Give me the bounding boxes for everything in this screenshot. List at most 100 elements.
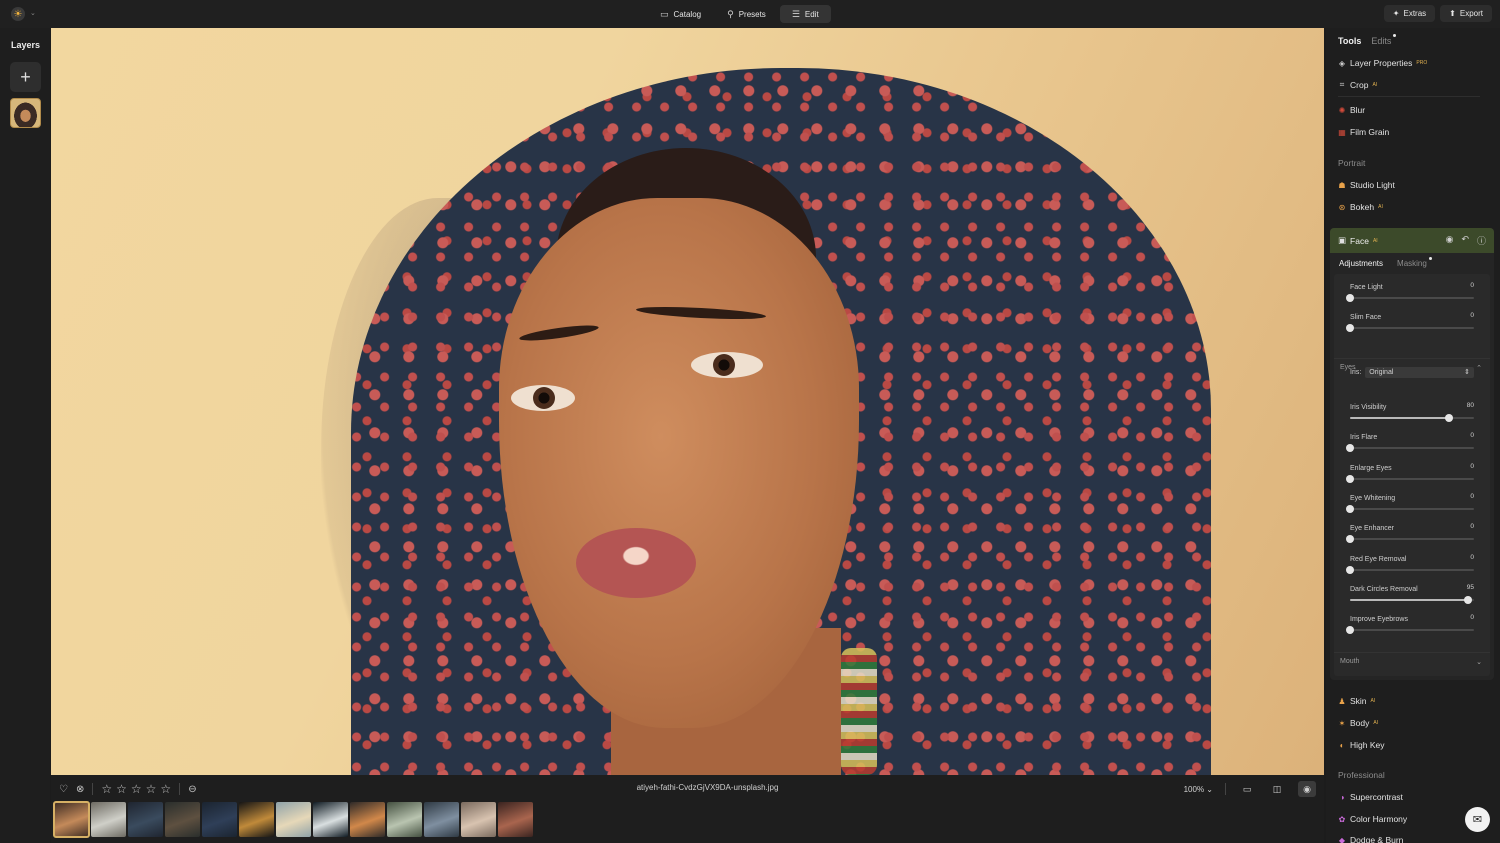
slider-enlarge-eyes[interactable]: Enlarge Eyes 0 xyxy=(1346,462,1474,487)
slider-fill xyxy=(1350,417,1450,419)
filmstrip-thumbnail[interactable] xyxy=(350,802,385,837)
slider-track[interactable] xyxy=(1346,324,1474,332)
slider-label: Improve Eyebrows xyxy=(1350,616,1408,624)
tab-presets[interactable]: ⚲ Presets xyxy=(715,5,778,23)
filmstrip-thumbnail[interactable] xyxy=(53,801,90,838)
export-button[interactable]: ⬆ Export xyxy=(1440,5,1492,22)
tab-adjustments[interactable]: Adjustments xyxy=(1339,259,1383,268)
layer-thumbnail[interactable] xyxy=(10,98,41,128)
filmstrip-thumbnail[interactable] xyxy=(202,802,237,837)
slider-knob[interactable] xyxy=(1346,444,1354,453)
tool-film-grain[interactable]: ▦ Film Grain xyxy=(1338,127,1389,137)
slider-knob[interactable] xyxy=(1346,324,1354,332)
bottom-bar: ♡ ⊗ ☆ ☆ ☆ ☆ ☆ ⊖ atiyeh-fathi-CvdzGjVX9DA… xyxy=(51,775,1324,843)
slider-label: Red Eye Removal xyxy=(1350,555,1407,563)
add-layer-button[interactable]: + xyxy=(10,62,41,92)
layers-title: Layers xyxy=(11,40,41,50)
tool-skin[interactable]: ♟ Skin AI xyxy=(1338,696,1375,706)
filmstrip-thumbnail[interactable] xyxy=(461,802,496,837)
slider-track[interactable] xyxy=(1350,414,1474,422)
section-portrait-title: Portrait xyxy=(1338,158,1366,168)
filmstrip-thumbnail[interactable] xyxy=(387,802,422,837)
tab-masking-label: Masking xyxy=(1397,259,1427,268)
compare-icon[interactable]: ◫ xyxy=(1268,781,1286,797)
tool-label: Layer Properties xyxy=(1350,58,1413,68)
slider-value: 0 xyxy=(1470,523,1474,531)
slider-knob[interactable] xyxy=(1346,535,1354,544)
slider-improve-eyebrows[interactable]: Improve Eyebrows 0 xyxy=(1346,614,1474,638)
slider-knob[interactable] xyxy=(1346,474,1354,483)
tool-body[interactable]: ✶ Body AI xyxy=(1338,718,1378,728)
slider-track[interactable] xyxy=(1350,595,1474,604)
studio-light-icon: ☗ xyxy=(1338,180,1346,190)
slider-red-eye-removal[interactable]: Red Eye Removal 0 xyxy=(1346,554,1474,578)
slider-track[interactable] xyxy=(1346,565,1474,574)
slider-iris-flare[interactable]: Iris Flare 0 xyxy=(1346,432,1474,456)
slider-track[interactable] xyxy=(1346,444,1474,453)
tab-catalog[interactable]: ▭ Catalog xyxy=(648,5,713,23)
tab-tools[interactable]: Tools xyxy=(1338,36,1361,46)
undo-icon[interactable]: ↶ xyxy=(1461,234,1469,247)
filmstrip-thumbnail[interactable] xyxy=(91,802,126,837)
slider-track[interactable] xyxy=(1346,294,1474,302)
tool-bokeh[interactable]: ⊛ Bokeh AI xyxy=(1338,202,1383,212)
slider-eye-whitening[interactable]: Eye Whitening 0 xyxy=(1346,493,1474,517)
slider-dark-circles-removal[interactable]: Dark Circles Removal 95 xyxy=(1350,584,1474,608)
slider-track[interactable] xyxy=(1346,626,1474,635)
tab-edit[interactable]: ☰ Edit xyxy=(779,5,831,23)
extras-button[interactable]: ✦ Extras xyxy=(1383,5,1436,22)
slider-value: 0 xyxy=(1470,462,1474,470)
badge-dot xyxy=(1428,257,1432,260)
info-icon[interactable]: ⓘ xyxy=(1477,234,1486,247)
mouth-group-header[interactable]: Mouth ⌄ xyxy=(1334,652,1490,670)
slider-face-light[interactable]: Face Light 0 xyxy=(1346,282,1474,306)
zoom-select[interactable]: 100% ⌄ xyxy=(1184,785,1213,794)
tool-blur[interactable]: ✺ Blur xyxy=(1338,105,1365,115)
eye-icon[interactable]: ◉ xyxy=(1446,234,1454,247)
app-logo-icon[interactable]: ☀ xyxy=(11,7,25,21)
tab-catalog-label: Catalog xyxy=(673,9,702,19)
slider-track[interactable] xyxy=(1346,535,1474,544)
sparkle-icon: ✦ xyxy=(1392,9,1400,18)
slider-knob[interactable] xyxy=(1346,294,1354,302)
tab-masking[interactable]: Masking xyxy=(1397,257,1432,268)
divider xyxy=(1225,783,1226,795)
slider-knob[interactable] xyxy=(1346,504,1354,513)
tab-edits[interactable]: Edits xyxy=(1371,34,1397,46)
chevron-down-icon: ⌄ xyxy=(1476,659,1482,666)
chat-support-button[interactable]: ✉ xyxy=(1465,807,1490,832)
tool-badge: AI xyxy=(1370,698,1376,704)
tool-studio-light[interactable]: ☗ Studio Light xyxy=(1338,180,1395,190)
filmstrip-thumbnail[interactable] xyxy=(424,802,459,837)
image-canvas[interactable] xyxy=(51,28,1324,775)
slider-knob[interactable] xyxy=(1346,626,1354,635)
slider-eye-enhancer[interactable]: Eye Enhancer 0 xyxy=(1346,523,1474,547)
tool-high-key[interactable]: ◐ High Key xyxy=(1338,740,1385,750)
filmstrip-thumbnail[interactable] xyxy=(165,802,200,837)
tool-dodge-burn[interactable]: ◆ Dodge & Burn xyxy=(1338,835,1403,843)
slider-track[interactable] xyxy=(1346,474,1474,483)
tool-label: Studio Light xyxy=(1350,180,1395,190)
tool-supercontrast[interactable]: ◑ Supercontrast xyxy=(1338,792,1403,802)
slider-knob[interactable] xyxy=(1463,595,1472,604)
tool-layer-properties[interactable]: ◈ Layer Properties PRO xyxy=(1338,58,1427,68)
filmstrip-thumbnail[interactable] xyxy=(498,802,533,837)
iris-select[interactable]: Original ⇕ xyxy=(1365,366,1474,378)
slider-label: Eye Enhancer xyxy=(1350,525,1394,533)
filmstrip-thumbnail[interactable] xyxy=(313,802,348,837)
slider-track[interactable] xyxy=(1346,504,1474,513)
iris-row: Iris: Original ⇕ xyxy=(1350,366,1474,378)
tool-crop[interactable]: ⌗ Crop AI xyxy=(1338,80,1377,90)
slider-knob[interactable] xyxy=(1346,565,1354,574)
filmstrip-thumbnail[interactable] xyxy=(128,802,163,837)
slider-slim-face[interactable]: Slim Face 0 xyxy=(1346,312,1474,336)
filmstrip-thumbnail[interactable] xyxy=(239,802,274,837)
slider-iris-visibility[interactable]: Iris Visibility 80 xyxy=(1350,402,1474,426)
tool-color-harmony[interactable]: ✿ Color Harmony xyxy=(1338,814,1408,824)
chevron-down-icon[interactable]: ⌄ xyxy=(30,9,36,17)
hide-preview-icon[interactable]: ◉ xyxy=(1298,781,1316,797)
filmstrip-toggle-icon[interactable]: ▭ xyxy=(1238,781,1256,797)
face-tool-header[interactable]: ▣ Face AI ◉ ↶ ⓘ xyxy=(1330,228,1494,253)
filmstrip-thumbnail[interactable] xyxy=(276,802,311,837)
slider-knob[interactable] xyxy=(1445,414,1454,422)
